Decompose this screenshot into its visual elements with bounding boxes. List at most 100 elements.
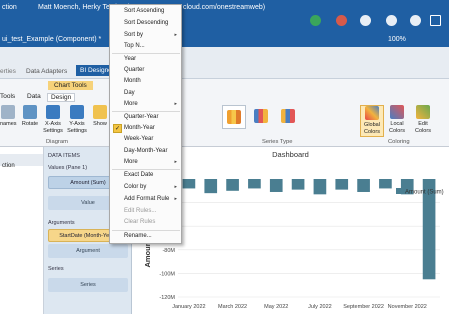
x-tick-label: May 2022 (264, 304, 288, 310)
bar (226, 179, 239, 191)
series-type-group-label: Series Type (262, 139, 293, 145)
global-colors-label: Global Colors (364, 122, 380, 135)
global-colors-button[interactable]: Global Colors (360, 105, 384, 137)
document-tab[interactable]: ui_test_Example (Component) * (2, 36, 101, 43)
logout-icon[interactable] (410, 15, 421, 26)
arguments-label: Arguments (48, 220, 75, 226)
y-tick-label: -120M (159, 295, 175, 301)
menu-separator (112, 230, 180, 231)
x-tick-label: March 2022 (218, 304, 247, 310)
series-label: Series (48, 266, 64, 272)
bar (379, 179, 392, 189)
submenu-arrow-icon: ▸ (174, 196, 177, 202)
x-tick-label: September 2022 (343, 304, 384, 310)
y-tick-label: -100M (159, 271, 175, 277)
local-colors-label: Local Colors (389, 121, 405, 134)
menu-item-top-n[interactable]: Top N... (124, 43, 145, 49)
menu-item-color-by[interactable]: Color by (124, 184, 146, 190)
x-tick-label: January 2022 (172, 304, 205, 310)
names-button[interactable]: names (0, 105, 17, 128)
series-type-bar[interactable] (222, 105, 246, 129)
series-type-full-stacked[interactable] (276, 105, 300, 129)
rotate-label: Rotate (21, 121, 39, 127)
y-axis-label: Y-Axis Settings (67, 121, 87, 134)
menu-separator (112, 169, 180, 170)
submenu-arrow-icon: ▸ (174, 101, 177, 107)
edit-colors-button[interactable]: Edit Colors (410, 105, 436, 135)
bar (182, 179, 196, 189)
left-pane-label: ction (2, 163, 15, 169)
title-bar: ction Matt Moench, Herky Testing ( cloud… (0, 0, 449, 34)
diagram-group-label: Diagram (46, 139, 68, 145)
server-url: cloud.com/onestreamweb) (183, 4, 266, 11)
menu-item-year[interactable]: Year (124, 56, 136, 62)
bar (204, 179, 218, 194)
local-colors-button[interactable]: Local Colors (386, 105, 408, 135)
menu-item-month[interactable]: Month (124, 78, 141, 84)
legend-swatch (396, 188, 402, 194)
menu-separator (112, 53, 180, 54)
legend-label: Amount (Sum) (405, 190, 444, 196)
bar (248, 179, 261, 189)
context-menu: Sort Ascending Sort Descending Sort by ▸ Top… (109, 4, 182, 244)
data-items-header: DATA ITEMS (48, 153, 80, 159)
check-icon: ✓ (113, 124, 122, 133)
x-axis-label: X-Axis Settings (43, 121, 63, 134)
x-axis-settings-button[interactable]: X-Axis Settings (42, 105, 64, 135)
names-label: names (0, 121, 17, 127)
app-title-fragment: ction (2, 4, 17, 11)
show-button[interactable]: Show (92, 105, 108, 128)
menu-item-add-format-rule[interactable]: Add Format Rule (124, 196, 169, 202)
tab-properties[interactable]: erties (0, 68, 16, 75)
menu-item-sort-ascending[interactable]: Sort Ascending (124, 8, 164, 14)
user-icon[interactable] (386, 15, 397, 26)
chart-tools-context: Chart Tools (48, 81, 93, 90)
alert-icon[interactable] (336, 15, 347, 26)
designer-tabs: erties Data Adapters BI Designer (0, 47, 449, 79)
y-tick-label: -80M (162, 248, 175, 254)
left-pane: ction (0, 147, 44, 314)
menu-item-clear-rules: Clear Rules (124, 219, 156, 225)
ribbon: Chart Tools Tools Data Design names Rota… (0, 79, 449, 147)
menu-item-rename[interactable]: Rename... (124, 233, 152, 239)
menu-item-more[interactable]: More (124, 101, 138, 107)
tab-tools[interactable]: Tools (0, 93, 15, 100)
submenu-arrow-icon: ▸ (174, 184, 177, 190)
bar-chart[interactable]: -40M-60M-80M-100M-120MAmount ($January 2… (140, 165, 449, 314)
settings-icon[interactable] (360, 15, 371, 26)
menu-item-exact-date[interactable]: Exact Date (124, 172, 153, 178)
bar (269, 179, 283, 192)
menu-item-sort-descending[interactable]: Sort Descending (124, 20, 168, 26)
bar (335, 179, 349, 190)
rotate-button[interactable]: Rotate (20, 105, 40, 128)
document-tab-bar: ui_test_Example (Component) * 100% (0, 34, 449, 47)
tab-data[interactable]: Data (27, 93, 41, 100)
menu-item-more[interactable]: More (124, 159, 138, 165)
tab-data-adapters[interactable]: Data Adapters (26, 68, 67, 75)
submenu-arrow-icon: ▸ (174, 32, 177, 38)
menu-item-quarter-year[interactable]: Quarter-Year (124, 114, 158, 120)
menu-item-month-year[interactable]: Month-Year (124, 125, 155, 131)
series-drop-zone[interactable]: Series (48, 278, 128, 292)
menu-item-quarter[interactable]: Quarter (124, 67, 144, 73)
zoom-level[interactable]: 100% (388, 36, 406, 43)
bar (291, 179, 305, 190)
argument-drop-zone[interactable]: Argument (48, 244, 128, 258)
menu-separator (112, 111, 180, 112)
menu-item-day[interactable]: Day (124, 90, 135, 96)
menu-item-sort-by[interactable]: Sort by (124, 32, 143, 38)
series-type-stacked[interactable] (249, 105, 273, 129)
tab-design[interactable]: Design (47, 93, 76, 102)
y-axis-settings-button[interactable]: Y-Axis Settings (66, 105, 88, 135)
submenu-arrow-icon: ▸ (174, 159, 177, 165)
values-label: Values (Pane 1) (48, 165, 88, 171)
close-icon[interactable] (430, 15, 441, 26)
menu-item-week-year[interactable]: Week-Year (124, 136, 153, 142)
x-tick-label: November 2022 (388, 304, 427, 310)
menu-item-edit-rules: Edit Rules... (124, 208, 157, 214)
show-label: Show (93, 121, 107, 127)
edit-colors-label: Edit Colors (415, 121, 431, 134)
coloring-group-label: Coloring (388, 139, 410, 145)
status-icon[interactable] (310, 15, 321, 26)
menu-item-day-month-year[interactable]: Day-Month-Year (124, 148, 167, 154)
